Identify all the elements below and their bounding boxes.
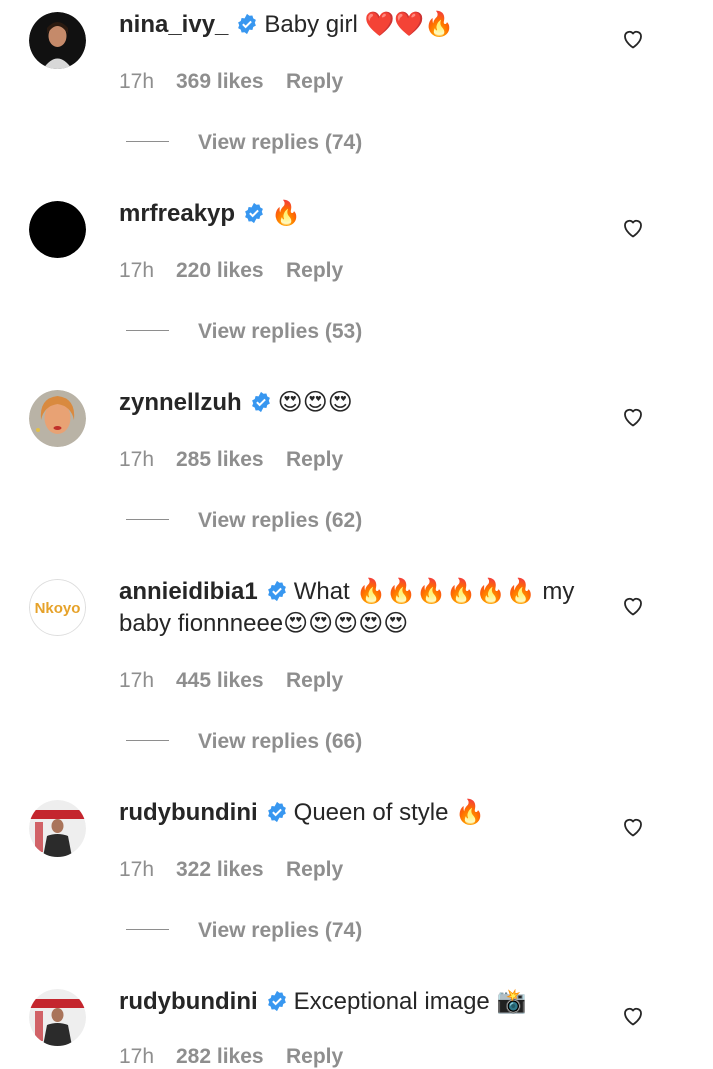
likes-count[interactable]: 445 likes xyxy=(176,669,286,693)
verified-badge-icon xyxy=(251,391,270,413)
view-replies-button[interactable]: View replies (74) xyxy=(126,131,362,155)
logo-text: Nkoyo xyxy=(35,600,81,617)
view-replies-label: View replies (74) xyxy=(198,131,363,154)
like-heart-icon[interactable] xyxy=(621,216,645,240)
verified-badge-icon xyxy=(267,580,286,602)
reply-button[interactable]: Reply xyxy=(286,448,343,471)
avatar[interactable] xyxy=(29,201,86,258)
comment-time: 17h xyxy=(119,70,155,93)
comment-text: Exceptional image 📸 xyxy=(293,988,527,1015)
divider xyxy=(126,330,169,331)
divider xyxy=(126,740,169,741)
comment-text: 😍😍😍 xyxy=(277,389,353,416)
username[interactable]: mrfreakyp xyxy=(119,200,235,227)
view-replies-label: View replies (74) xyxy=(198,919,363,942)
reply-button[interactable]: Reply xyxy=(286,259,343,282)
divider xyxy=(126,519,169,520)
verified-badge-icon xyxy=(245,202,263,224)
avatar[interactable] xyxy=(29,390,86,447)
comment-time: 17h xyxy=(119,1045,155,1068)
username[interactable]: rudybundini xyxy=(119,799,258,826)
username[interactable]: annieidibia1 xyxy=(119,578,258,605)
comment-text: Baby girl ❤️❤️🔥 xyxy=(264,11,455,38)
like-heart-icon[interactable] xyxy=(621,1004,645,1028)
view-replies-button[interactable]: View replies (53) xyxy=(126,320,362,344)
view-replies-label: View replies (62) xyxy=(198,509,363,532)
avatar[interactable]: Nkoyo xyxy=(29,579,86,636)
likes-count[interactable]: 285 likes xyxy=(176,448,286,472)
verified-badge-icon xyxy=(238,13,257,35)
avatar[interactable] xyxy=(29,800,86,857)
reply-button[interactable]: Reply xyxy=(286,858,343,881)
username[interactable]: rudybundini xyxy=(119,988,258,1015)
likes-count[interactable]: 369 likes xyxy=(176,70,286,94)
reply-button[interactable]: Reply xyxy=(286,70,343,93)
avatar[interactable] xyxy=(29,12,86,69)
like-heart-icon[interactable] xyxy=(621,594,645,618)
comment-time: 17h xyxy=(119,858,155,881)
verified-badge-icon xyxy=(267,990,286,1012)
likes-count[interactable]: 220 likes xyxy=(176,259,286,283)
comment-time: 17h xyxy=(119,448,155,471)
view-replies-label: View replies (53) xyxy=(198,320,363,343)
username[interactable]: zynnellzuh xyxy=(119,389,242,416)
view-replies-label: View replies (66) xyxy=(198,730,363,753)
like-heart-icon[interactable] xyxy=(621,27,645,51)
verified-badge-icon xyxy=(267,801,286,823)
likes-count[interactable]: 322 likes xyxy=(176,858,286,882)
divider xyxy=(126,929,169,930)
view-replies-button[interactable]: View replies (62) xyxy=(126,509,362,533)
like-heart-icon[interactable] xyxy=(621,815,645,839)
likes-count[interactable]: 282 likes xyxy=(176,1045,286,1069)
reply-button[interactable]: Reply xyxy=(286,669,343,692)
comment-time: 17h xyxy=(119,669,155,692)
like-heart-icon[interactable] xyxy=(621,405,645,429)
comment-time: 17h xyxy=(119,259,155,282)
view-replies-button[interactable]: View replies (74) xyxy=(126,919,362,943)
divider xyxy=(126,141,169,142)
username[interactable]: nina_ivy_ xyxy=(119,11,228,38)
view-replies-button[interactable]: View replies (66) xyxy=(126,730,362,754)
comment-text: 🔥 xyxy=(271,200,301,227)
avatar[interactable] xyxy=(29,989,86,1046)
comment-text: Queen of style 🔥 xyxy=(293,799,485,826)
